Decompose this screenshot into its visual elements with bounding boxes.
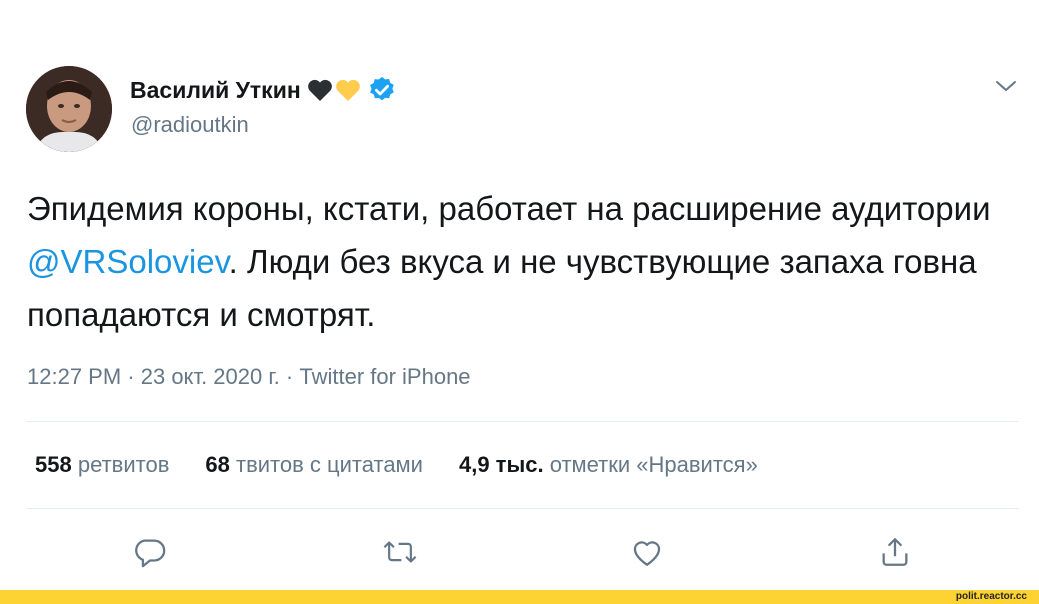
chevron-down-icon[interactable] (994, 76, 1018, 96)
display-name[interactable]: Василий Уткин (130, 77, 301, 104)
divider (26, 508, 1019, 509)
reply-icon (135, 539, 166, 568)
likes-stat[interactable]: 4,9 тыс. отметки «Нравится» (459, 452, 758, 478)
reply-button[interactable] (130, 532, 170, 572)
retweets-stat[interactable]: 558 ретвитов (35, 452, 169, 478)
black-heart-icon (307, 78, 333, 102)
quotes-label: твитов с цитатами (229, 452, 423, 477)
mention-link[interactable]: @VRSoloviev (27, 243, 229, 280)
tweet-text: Эпидемия короны, кстати, работает на рас… (27, 182, 1017, 341)
tweet-card: Василий Уткин @radioutkin Эпидемия корон… (0, 0, 1039, 590)
retweet-icon (383, 541, 417, 563)
tweet-date[interactable]: 23 окт. 2020 г. (141, 364, 280, 389)
tweet-text-part: Эпидемия короны, кстати, работает на рас… (27, 190, 991, 227)
like-icon (633, 541, 661, 566)
footer-bar (0, 590, 1039, 604)
avatar[interactable] (26, 66, 112, 152)
name-row: Василий Уткин (130, 74, 397, 106)
meta-separator: · (121, 364, 141, 389)
share-icon (882, 538, 908, 566)
yellow-heart-icon (335, 78, 361, 102)
action-bar (0, 532, 1039, 572)
divider (26, 421, 1019, 422)
retweets-count: 558 (35, 452, 72, 477)
retweet-button[interactable] (380, 532, 420, 572)
verified-badge-icon (367, 75, 397, 105)
tweet-source[interactable]: Twitter for iPhone (299, 364, 470, 389)
like-button[interactable] (627, 532, 667, 572)
likes-count: 4,9 тыс. (458, 452, 544, 477)
tweet-time[interactable]: 12:27 PM (27, 364, 121, 389)
user-handle[interactable]: @radioutkin (131, 112, 249, 138)
site-watermark: polit.reactor.cc (955, 591, 1027, 602)
share-button[interactable] (875, 532, 915, 572)
quotes-count: 68 (205, 452, 230, 477)
quotes-stat[interactable]: 68 твитов с цитатами (205, 452, 423, 478)
tweet-meta: 12:27 PM · 23 окт. 2020 г. · Twitter for… (27, 364, 471, 390)
engagement-stats: 558 ретвитов 68 твитов с цитатами 4,9 ты… (35, 452, 794, 478)
retweets-label: ретвитов (71, 452, 170, 477)
meta-separator: · (279, 364, 300, 389)
likes-label: отметки «Нравится» (543, 452, 758, 477)
